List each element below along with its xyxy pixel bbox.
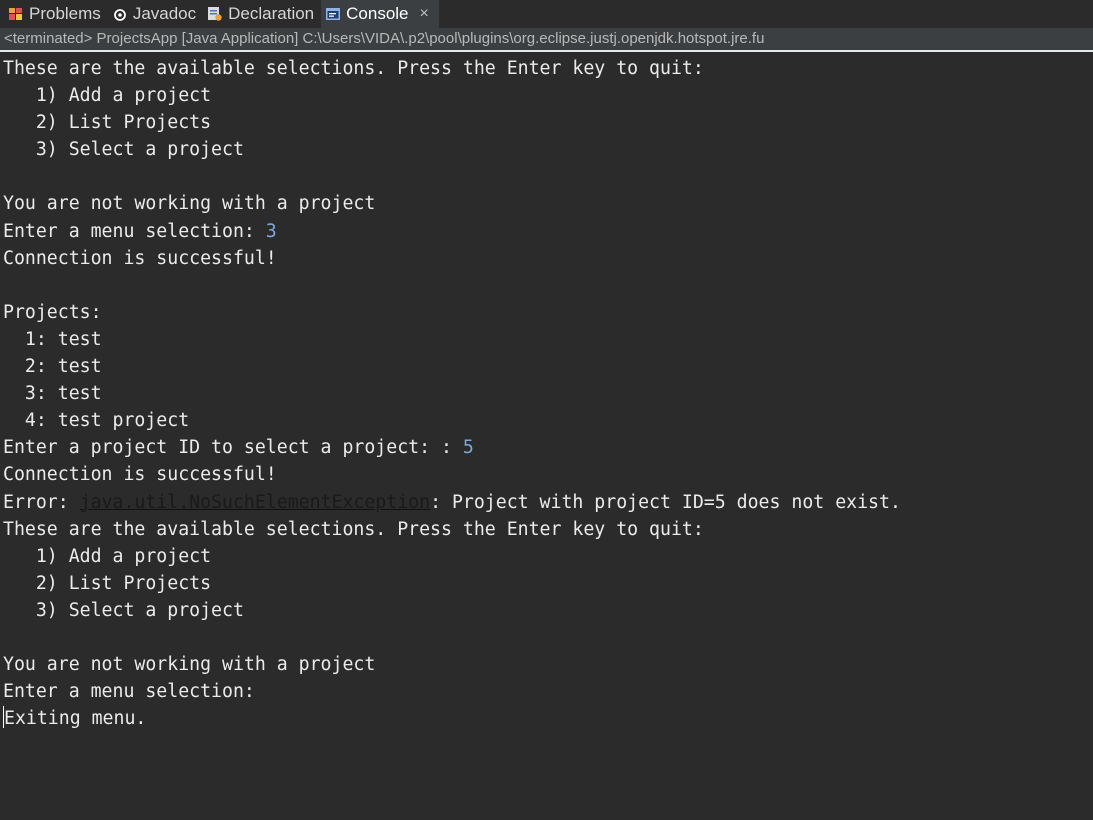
close-icon[interactable]: ×: [420, 5, 429, 23]
exception-link[interactable]: java.util.NoSuchElementException: [80, 492, 430, 513]
tab-problems[interactable]: Problems: [4, 0, 108, 28]
javadoc-icon: [112, 6, 128, 22]
console-icon: [325, 6, 341, 22]
eclipse-console-view: Problems Javadoc Declaration Console × <…: [0, 0, 1093, 820]
console-line: These are the available selections. Pres…: [3, 518, 704, 540]
user-input-text: 5: [462, 437, 474, 459]
console-line: 1: test: [3, 328, 102, 350]
error-message: : Project with project ID=5 does not exi…: [430, 491, 901, 513]
tab-console[interactable]: Console ×: [321, 0, 439, 28]
console-line: Enter a menu selection:: [3, 681, 266, 703]
error-prefix: Error:: [3, 491, 80, 513]
console-text: Exiting menu.: [4, 708, 147, 730]
console-line: 1) Add a project: [3, 545, 212, 567]
user-input-text: 3: [265, 220, 277, 242]
console-line: 3) Select a project: [3, 139, 244, 161]
tab-javadoc[interactable]: Javadoc: [108, 0, 203, 28]
prompt-text: Enter a menu selection:: [3, 220, 266, 242]
console-line: 2) List Projects: [3, 572, 212, 594]
tab-label: Console: [346, 4, 409, 23]
console-line: Exiting menu.: [3, 705, 1093, 732]
problems-icon: [8, 6, 24, 22]
tab-label: Javadoc: [132, 4, 197, 23]
console-line: 4: test project: [3, 410, 190, 432]
view-tab-bar: Problems Javadoc Declaration Console ×: [0, 0, 1093, 28]
console-line: You are not working with a project: [3, 654, 376, 676]
console-line: You are not working with a project: [3, 193, 376, 215]
console-line: 1) Add a project: [3, 85, 212, 107]
prompt-text: Enter a project ID to select a project: …: [3, 437, 463, 459]
console-line: Enter a project ID to select a project: …: [3, 434, 1093, 461]
console-line: Projects:: [3, 301, 102, 323]
tab-label: Problems: [29, 4, 101, 23]
tab-declaration[interactable]: Declaration: [203, 0, 321, 28]
console-line: Enter a menu selection: 3: [3, 218, 1093, 245]
console-line: Error: java.util.NoSuchElementException:…: [3, 489, 1093, 516]
console-process-label: <terminated> ProjectsApp [Java Applicati…: [0, 28, 1093, 52]
console-output[interactable]: These are the available selections. Pres…: [0, 52, 1093, 732]
tab-label: Declaration: [228, 4, 315, 23]
console-line: 2) List Projects: [3, 112, 212, 134]
console-line: Connection is successful!: [3, 464, 277, 486]
console-line: Connection is successful!: [3, 247, 277, 269]
console-line: 2: test: [3, 356, 102, 378]
console-line: 3: test: [3, 383, 102, 405]
console-line: These are the available selections. Pres…: [3, 58, 704, 79]
declaration-icon: [207, 6, 223, 22]
console-line: 3) Select a project: [3, 599, 244, 621]
